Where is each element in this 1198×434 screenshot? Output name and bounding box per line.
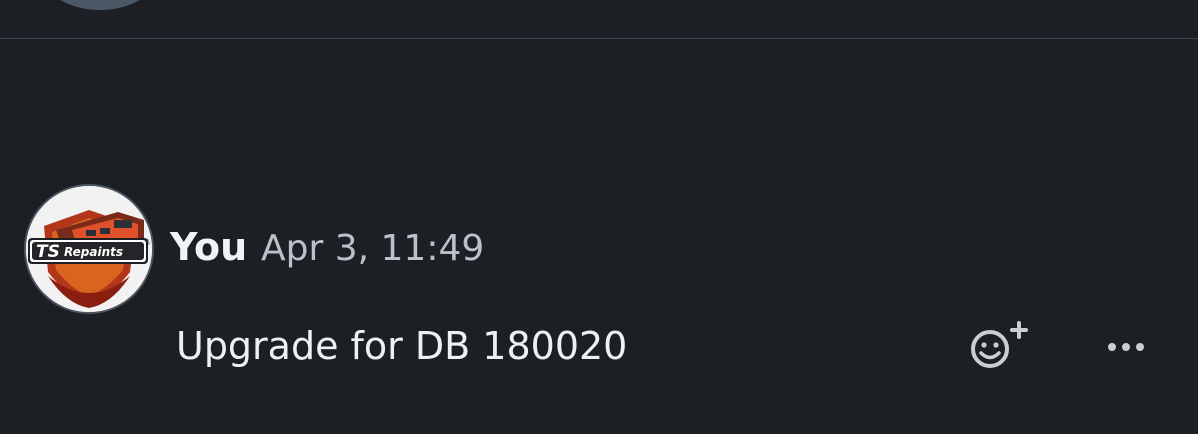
- chat-view: TS Repaints You Apr 3, 11:49 Upgrade for…: [0, 0, 1198, 434]
- previous-avatar[interactable]: [40, 0, 160, 10]
- header-divider: [0, 38, 1198, 39]
- svg-text:Repaints: Repaints: [64, 245, 123, 259]
- message-text: Upgrade for DB 180020: [176, 324, 628, 368]
- add-reaction-button[interactable]: [966, 318, 1032, 374]
- avatar[interactable]: TS Repaints: [24, 184, 154, 314]
- tsrepaints-logo: TS Repaints: [26, 186, 152, 312]
- svg-text:TS: TS: [36, 242, 60, 262]
- more-options-icon: [1108, 343, 1144, 351]
- add-reaction-icon: [971, 321, 1028, 368]
- message-timestamp: Apr 3, 11:49: [261, 228, 485, 269]
- author-name[interactable]: You: [170, 222, 247, 272]
- more-options-button[interactable]: [1102, 332, 1152, 362]
